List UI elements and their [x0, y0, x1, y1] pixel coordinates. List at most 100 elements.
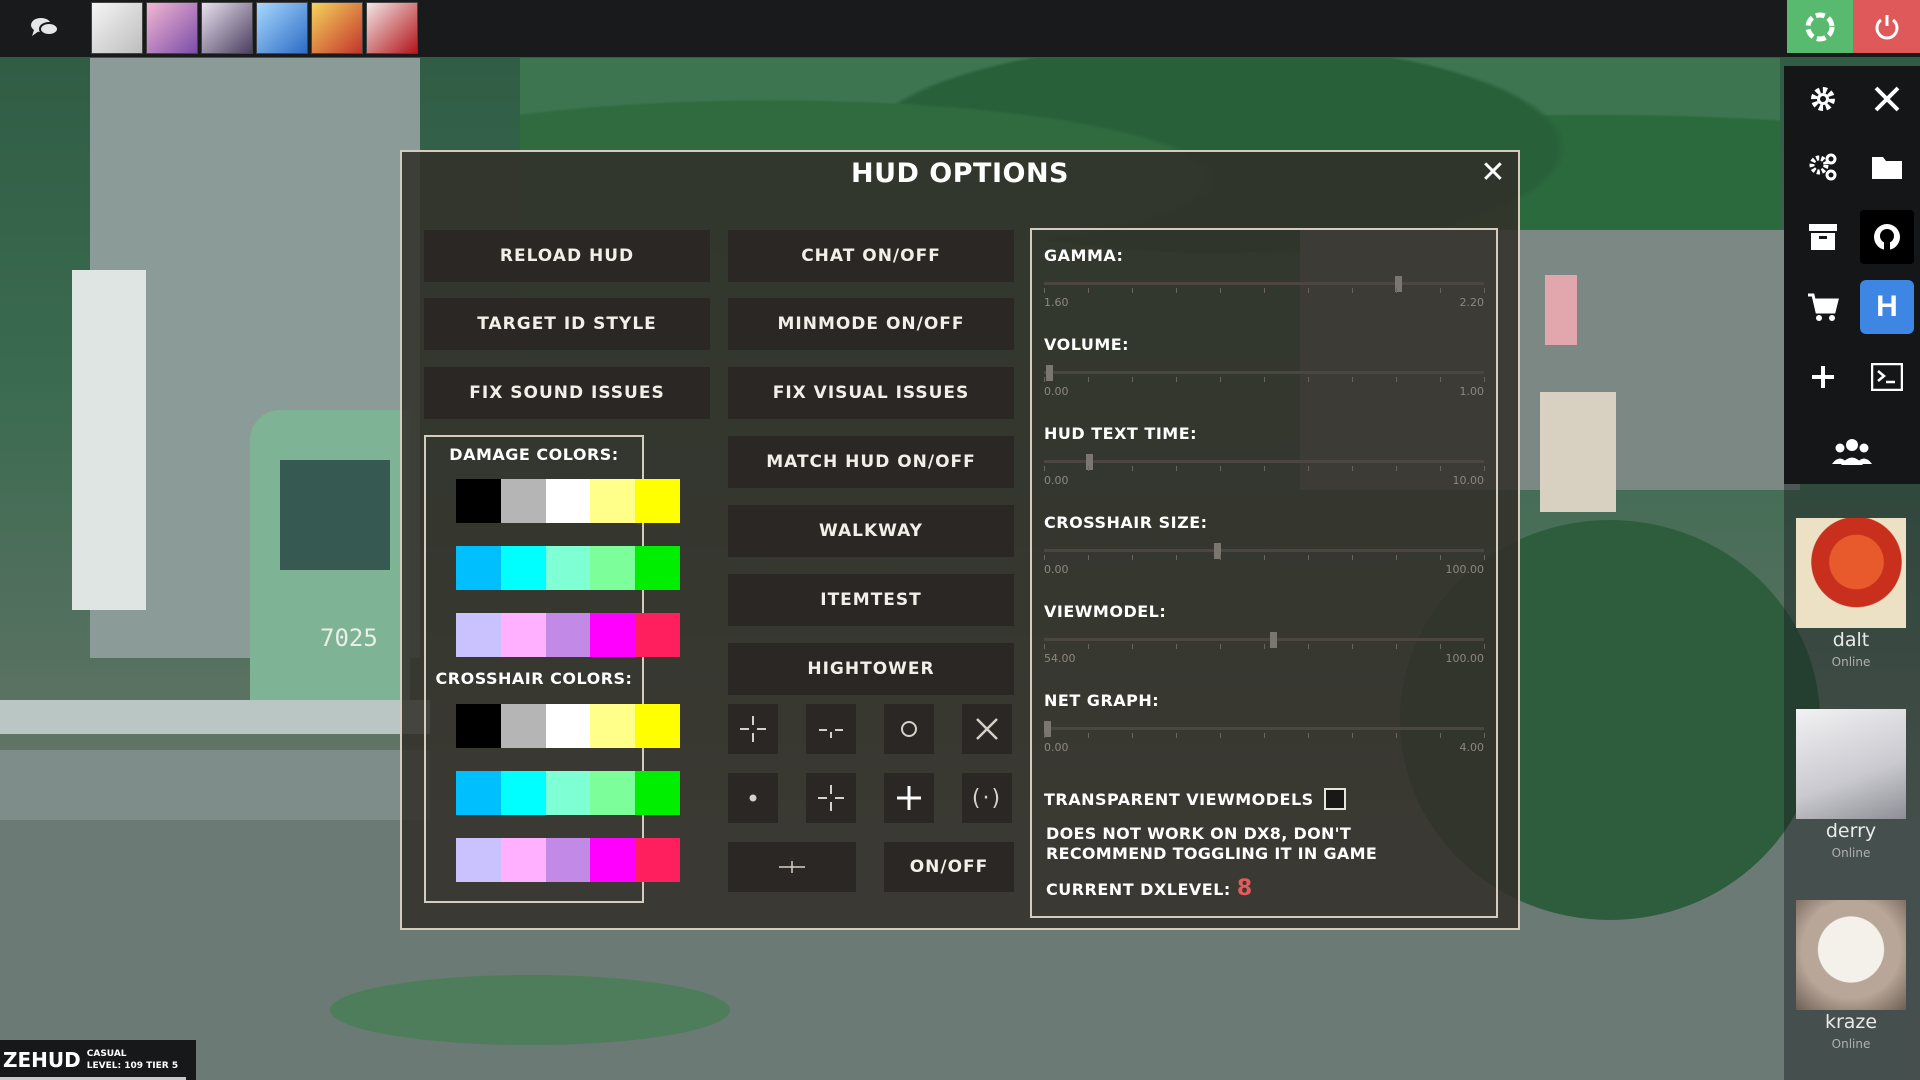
- transparent-viewmodels-checkbox[interactable]: [1323, 788, 1346, 810]
- crosshair-style-button[interactable]: [962, 704, 1012, 754]
- chat-button[interactable]: [14, 6, 76, 50]
- color-swatch[interactable]: [500, 546, 546, 590]
- party-avatar[interactable]: [146, 2, 198, 54]
- party-avatar[interactable]: [256, 2, 308, 54]
- walkway-button[interactable]: WALKWAY: [728, 505, 1014, 557]
- hightower-button[interactable]: HIGHTOWER: [728, 643, 1014, 695]
- slider-track[interactable]: [1044, 549, 1484, 552]
- friend-entry[interactable]: dalt Online: [1795, 518, 1907, 669]
- crosshair-style-button[interactable]: [806, 704, 856, 754]
- color-swatch[interactable]: [635, 838, 680, 882]
- net-graph-slider[interactable]: NET GRAPH: 0.00 4.00: [1044, 691, 1490, 771]
- volume-slider[interactable]: VOLUME: 0.00 1.00: [1044, 335, 1490, 415]
- itemtest-button[interactable]: ITEMTEST: [728, 574, 1014, 626]
- friend-entry[interactable]: kraze Online: [1795, 900, 1907, 1051]
- slider-track[interactable]: [1044, 460, 1484, 463]
- slider-track[interactable]: [1044, 638, 1484, 641]
- color-swatch[interactable]: [500, 771, 546, 815]
- console-button[interactable]: [1856, 346, 1918, 408]
- crosshair-style-button[interactable]: [728, 704, 778, 754]
- crosshair-style-button[interactable]: [884, 773, 934, 823]
- color-swatch[interactable]: [635, 613, 680, 657]
- color-swatch[interactable]: [545, 613, 591, 657]
- color-swatch[interactable]: [590, 479, 636, 523]
- chat-toggle-button[interactable]: CHAT ON/OFF: [728, 230, 1014, 282]
- settings-button[interactable]: [1792, 68, 1854, 130]
- store-button[interactable]: [1792, 276, 1854, 338]
- inventory-button[interactable]: [1792, 206, 1854, 268]
- quick-join-button[interactable]: [1787, 0, 1853, 53]
- close-button[interactable]: ✕: [1478, 158, 1508, 188]
- crosshair-style-button[interactable]: [884, 704, 934, 754]
- friends-button[interactable]: [1784, 418, 1920, 484]
- slider-tick: [1352, 466, 1353, 471]
- color-swatch[interactable]: [545, 546, 591, 590]
- color-swatch[interactable]: [456, 613, 501, 657]
- crosshair-style-button[interactable]: [806, 773, 856, 823]
- color-swatch[interactable]: [545, 771, 591, 815]
- friend-entry[interactable]: derry Online: [1795, 709, 1907, 860]
- crosshair-style-button[interactable]: [728, 773, 778, 823]
- gamma-slider[interactable]: GAMMA: 1.60 2.20: [1044, 246, 1490, 326]
- friend-name: dalt: [1832, 629, 1870, 651]
- color-swatch[interactable]: [500, 838, 546, 882]
- crosshair-style-button[interactable]: (·): [962, 773, 1012, 823]
- color-swatch[interactable]: [500, 704, 546, 748]
- crosshair-size-slider[interactable]: CROSSHAIR SIZE: 0.00 100.00: [1044, 513, 1490, 593]
- color-swatch[interactable]: [545, 838, 591, 882]
- slider-track[interactable]: [1044, 371, 1484, 374]
- color-swatch[interactable]: [500, 479, 546, 523]
- color-swatch[interactable]: [456, 546, 501, 590]
- color-swatch[interactable]: [590, 704, 636, 748]
- party-avatar[interactable]: [91, 2, 143, 54]
- color-swatch[interactable]: [590, 546, 636, 590]
- slider-thumb[interactable]: [1044, 721, 1051, 737]
- fix-sound-issues-button[interactable]: FIX SOUND ISSUES: [424, 367, 710, 419]
- slider-label: VIEWMODEL:: [1044, 602, 1167, 621]
- color-swatch[interactable]: [635, 546, 680, 590]
- slider-track[interactable]: [1044, 282, 1484, 285]
- hud-button[interactable]: H: [1860, 280, 1914, 334]
- match-hud-toggle-button[interactable]: MATCH HUD ON/OFF: [728, 436, 1014, 488]
- fix-visual-issues-button[interactable]: FIX VISUAL ISSUES: [728, 367, 1014, 419]
- color-swatch[interactable]: [635, 479, 680, 523]
- target-id-style-button[interactable]: TARGET ID STYLE: [424, 298, 710, 350]
- tools-button[interactable]: [1856, 68, 1918, 130]
- color-swatch[interactable]: [456, 838, 501, 882]
- crosshair-toggle-button[interactable]: ON/OFF: [884, 842, 1014, 892]
- advanced-settings-button[interactable]: [1792, 136, 1854, 198]
- archive-icon: [1809, 224, 1837, 250]
- crosshair-style-button[interactable]: [728, 842, 856, 892]
- right-dock: H: [1784, 66, 1920, 484]
- color-swatch[interactable]: [545, 479, 591, 523]
- slider-thumb[interactable]: [1270, 632, 1277, 648]
- color-swatch[interactable]: [456, 771, 501, 815]
- slider-tick: [1044, 466, 1045, 471]
- color-swatch[interactable]: [545, 704, 591, 748]
- color-swatch[interactable]: [590, 771, 636, 815]
- color-swatch[interactable]: [456, 479, 501, 523]
- folder-button[interactable]: [1856, 136, 1918, 198]
- party-avatar[interactable]: [201, 2, 253, 54]
- color-swatch[interactable]: [500, 613, 546, 657]
- github-button[interactable]: [1860, 210, 1914, 264]
- github-icon: [1874, 224, 1900, 251]
- hud-text-time-slider[interactable]: HUD TEXT TIME: 0.00 10.00: [1044, 424, 1490, 504]
- color-swatch[interactable]: [635, 771, 680, 815]
- color-swatch[interactable]: [590, 838, 636, 882]
- party-avatar[interactable]: [366, 2, 418, 54]
- player-badge[interactable]: ZEHUD CASUAL LEVEL: 109 TIER 5: [0, 1040, 196, 1080]
- minmode-toggle-button[interactable]: MINMODE ON/OFF: [728, 298, 1014, 350]
- slider-tick: [1440, 733, 1441, 738]
- reload-hud-button[interactable]: RELOAD HUD: [424, 230, 710, 282]
- color-swatch[interactable]: [456, 704, 501, 748]
- slider-tick: [1352, 733, 1353, 738]
- color-swatch[interactable]: [590, 613, 636, 657]
- slider-thumb[interactable]: [1046, 365, 1053, 381]
- quit-button[interactable]: [1853, 0, 1920, 53]
- viewmodel-slider[interactable]: VIEWMODEL: 54.00 100.00: [1044, 602, 1490, 682]
- slider-track[interactable]: [1044, 727, 1484, 730]
- color-swatch[interactable]: [635, 704, 680, 748]
- create-server-button[interactable]: [1792, 346, 1854, 408]
- party-avatar[interactable]: [311, 2, 363, 54]
